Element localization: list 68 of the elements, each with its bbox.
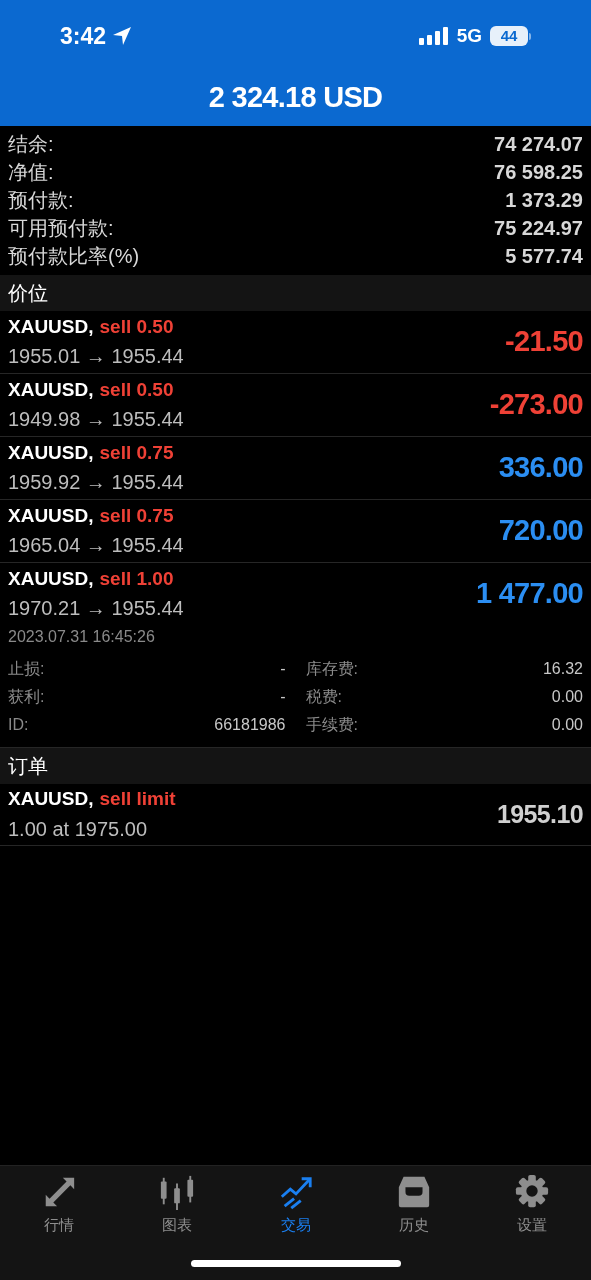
settings-icon xyxy=(513,1174,550,1210)
profit-value: 720.00 xyxy=(498,513,583,549)
detail-label: 库存费: xyxy=(305,659,358,679)
detail-value: 16.32 xyxy=(542,659,583,679)
tab-bar-item[interactable]: 设置 xyxy=(472,1174,591,1244)
tab-bar-item[interactable]: 图表 xyxy=(118,1174,237,1244)
detail-value: - xyxy=(280,687,286,707)
price-change: 1949.98 → 1955.44 xyxy=(8,407,184,433)
price-change: 1970.21 → 1955.44 xyxy=(8,596,184,622)
location-arrow-icon xyxy=(112,26,133,46)
tab-bar-item[interactable]: 历史 xyxy=(354,1174,473,1244)
summary-label: 预付款: xyxy=(8,188,74,213)
status-time: 3:42 xyxy=(60,21,107,51)
profit-value: -21.50 xyxy=(505,324,583,360)
trade-side: sell limit xyxy=(99,787,176,812)
summary-label: 结余: xyxy=(8,132,54,157)
section-title: 价位 xyxy=(8,281,48,306)
position-row[interactable]: XAUUSD, sell 0.75 1959.92 → 1955.44 336.00 xyxy=(0,437,591,499)
summary-value: 75 224.97 xyxy=(494,216,583,241)
detail-label: 止损: xyxy=(8,659,45,679)
open-time: 2023.07.31 16:45:26 xyxy=(8,627,156,647)
summary-value: 74 274.07 xyxy=(494,132,583,157)
symbol-label: XAUUSD, xyxy=(8,787,94,812)
trade-side: sell 0.50 xyxy=(99,314,174,339)
section-title: 订单 xyxy=(8,754,48,779)
order-price: 1955.10 xyxy=(497,798,583,830)
summary-value: 1 373.29 xyxy=(505,188,583,213)
position-row[interactable]: XAUUSD, sell 0.50 1949.98 → 1955.44 -273.00 xyxy=(0,374,591,436)
summary-label: 可用预付款: xyxy=(8,216,114,241)
symbol-label: XAUUSD, xyxy=(8,377,94,402)
order-detail: 1.00 at 1975.00 xyxy=(8,816,148,842)
profit-value: 1 477.00 xyxy=(475,576,583,612)
trade-side: sell 0.50 xyxy=(99,377,174,402)
detail-value: 66181986 xyxy=(214,715,286,735)
detail-value: - xyxy=(280,659,286,679)
order-row[interactable]: XAUUSD, sell limit 1.00 at 1975.00 1955.10 xyxy=(0,784,591,846)
signal-icon xyxy=(418,27,449,45)
summary-value: 5 577.74 xyxy=(505,244,583,269)
detail-label: 税费: xyxy=(305,687,342,707)
summary-label: 净值: xyxy=(8,160,54,185)
price-change: 1959.92 → 1955.44 xyxy=(8,470,184,496)
detail-label: ID: xyxy=(8,715,29,735)
tab-bar-item[interactable]: 交易 xyxy=(236,1174,355,1244)
symbol-label: XAUUSD, xyxy=(8,314,94,339)
battery-level: 44 xyxy=(500,26,518,46)
trade-side: sell 0.75 xyxy=(99,503,174,528)
price-change: 1965.04 → 1955.44 xyxy=(8,533,184,559)
trade-side: sell 0.75 xyxy=(99,440,174,465)
detail-value: 0.00 xyxy=(551,715,583,735)
candlestick-icon xyxy=(159,1174,196,1210)
position-row[interactable]: XAUUSD, sell 0.50 1955.01 → 1955.44 -21.50 xyxy=(0,311,591,373)
symbol-label: XAUUSD, xyxy=(8,566,94,591)
tab-bar-item[interactable]: 行情 xyxy=(0,1174,119,1244)
position-row[interactable]: XAUUSD, sell 0.75 1965.04 → 1955.44 720.00 xyxy=(0,500,591,562)
symbol-label: XAUUSD, xyxy=(8,440,94,465)
trade-side: sell 1.00 xyxy=(99,566,174,591)
profit-value: -273.00 xyxy=(489,387,583,423)
detail-label: 手续费: xyxy=(305,715,358,735)
summary-label: 预付款比率(%) xyxy=(8,244,140,269)
symbol-label: XAUUSD, xyxy=(8,503,94,528)
position-row[interactable]: XAUUSD, sell 1.00 1970.21 → 1955.44 1 477.00 xyxy=(0,563,591,625)
price-change: 1955.01 → 1955.44 xyxy=(8,344,184,370)
balance-title: 2 324.18 USD xyxy=(208,80,383,116)
network-type: 5G xyxy=(456,23,482,48)
detail-value: 0.00 xyxy=(551,687,583,707)
detail-label: 获利: xyxy=(8,687,45,707)
summary-value: 76 598.25 xyxy=(494,160,583,185)
profit-value: 336.00 xyxy=(498,450,583,486)
